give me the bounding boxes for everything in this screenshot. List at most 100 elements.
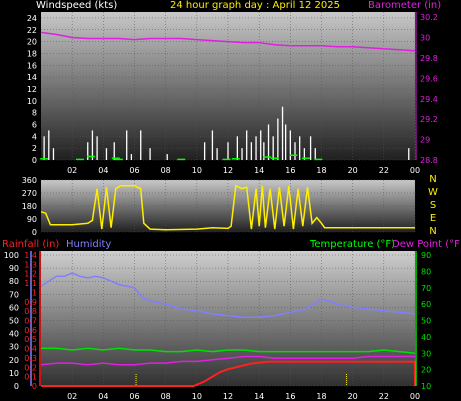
compass-label: W (428, 187, 438, 198)
wind-y-tick-label: 14 (27, 73, 37, 82)
x-tick-label: 04 (98, 392, 108, 401)
x-tick-label: 20 (348, 166, 358, 175)
barometer-y-tick-label: 29.2 (420, 115, 438, 124)
humidity-y-tick-label: 90 (9, 264, 19, 273)
barometer-y-tick-label: 29.6 (420, 74, 438, 83)
wind-y-tick-label: 6 (32, 120, 37, 129)
rain-y-tick-label: 0.5 (24, 335, 37, 344)
barometer-y-tick-label: 28.8 (420, 156, 438, 165)
rain-y-tick-label: 0 (32, 382, 37, 391)
x-tick-label: 14 (254, 392, 264, 401)
humidity-y-tick-label: 0 (14, 382, 19, 391)
wind-direction-panel: 090180270360 NWSEN (22, 174, 438, 237)
temperature-y-tick-label: 70 (421, 284, 431, 293)
x-tick-label: 18 (316, 392, 326, 401)
rain-y-tick-label: 0.8 (24, 307, 37, 316)
weather-chart: Windspeed (kts) 24 hour graph day : Apri… (2, 0, 461, 401)
rain-y-tick-label: 1.4 (24, 251, 37, 260)
rain-y-tick-label: 1 (32, 288, 37, 297)
barometer-y-tick-label: 29.4 (420, 95, 438, 104)
direction-y-tick-label: 180 (22, 202, 37, 211)
wind-y-tick-label: 22 (27, 26, 37, 35)
rainfall-axis-label: Rainfall (in) (2, 239, 59, 250)
x-tick-label: 18 (316, 166, 326, 175)
x-tick-label: 06 (129, 166, 139, 175)
temperature-y-tick-label: 40 (421, 333, 431, 342)
rain-humidity-temperature-panel: 0102030405060708090100 00.10.20.30.40.50… (4, 251, 431, 401)
wind-y-tick-label: 8 (32, 109, 37, 118)
x-tick-label: 12 (223, 392, 233, 401)
x-tick-label: 00 (410, 392, 420, 401)
barometer-axis-label: Barometer (in) (368, 0, 441, 11)
temperature-y-tick-label: 90 (421, 251, 431, 260)
wind-y-tick-label: 10 (27, 97, 37, 106)
humidity-y-tick-label: 100 (4, 251, 19, 260)
x-tick-label: 16 (285, 392, 295, 401)
temperature-y-tick-label: 80 (421, 267, 431, 276)
humidity-y-tick-label: 20 (9, 356, 19, 365)
compass-label: S (430, 200, 436, 211)
x-tick-label: 22 (379, 392, 389, 401)
x-tick-label: 12 (223, 166, 233, 175)
direction-y-tick-label: 360 (22, 176, 37, 185)
x-tick-label: 10 (192, 392, 202, 401)
wind-y-tick-label: 4 (32, 132, 37, 141)
rain-y-tick-label: 0.3 (24, 354, 37, 363)
temperature-y-tick-label: 60 (421, 300, 431, 309)
wind-y-tick-label: 18 (27, 49, 37, 58)
barometer-y-tick-label: 30 (420, 34, 430, 43)
wind-y-tick-label: 16 (27, 61, 37, 70)
temperature-y-tick-label: 50 (421, 317, 431, 326)
barometer-y-tick-label: 29.8 (420, 54, 438, 63)
compass-label: N (429, 174, 436, 185)
x-tick-label: 06 (129, 392, 139, 401)
humidity-y-tick-label: 50 (9, 317, 19, 326)
windspeed-axis-label: Windspeed (kts) (36, 0, 117, 11)
humidity-y-tick-label: 70 (9, 290, 19, 299)
x-tick-label: 02 (67, 166, 77, 175)
temperature-axis-label: Temperature (°F) (309, 239, 395, 250)
x-tick-label: 04 (98, 166, 108, 175)
humidity-y-tick-label: 10 (9, 369, 19, 378)
wind-y-tick-label: 12 (27, 85, 37, 94)
compass-label: N (429, 226, 436, 237)
rain-y-tick-label: 0.6 (24, 326, 37, 335)
x-tick-label: 10 (192, 166, 202, 175)
x-tick-label: 08 (161, 166, 171, 175)
humidity-y-tick-label: 60 (9, 303, 19, 312)
x-tick-label: 08 (161, 392, 171, 401)
rain-y-tick-label: 0.1 (24, 373, 37, 382)
x-tick-label: 00 (410, 166, 420, 175)
wind-y-tick-label: 2 (32, 144, 37, 153)
direction-y-tick-label: 90 (27, 215, 37, 224)
temperature-y-tick-label: 30 (421, 349, 431, 358)
x-tick-label: 14 (254, 166, 264, 175)
humidity-y-tick-label: 40 (9, 330, 19, 339)
direction-y-tick-label: 270 (22, 189, 37, 198)
humidity-y-tick-label: 30 (9, 343, 19, 352)
rain-y-tick-label: 0.9 (24, 298, 37, 307)
rain-y-tick-label: 1.1 (24, 279, 37, 288)
rain-y-tick-label: 0.7 (24, 317, 37, 326)
temperature-y-tick-label: 10 (421, 382, 431, 391)
wind-y-tick-label: 0 (32, 156, 37, 165)
direction-y-tick-label: 0 (32, 228, 37, 237)
wind-barometer-panel: 024681012141618202224 28.82929.229.429.6… (27, 12, 438, 175)
rain-y-tick-label: 0.2 (24, 363, 37, 372)
rain-y-tick-label: 1.2 (24, 270, 37, 279)
wind-y-tick-label: 24 (27, 14, 37, 23)
barometer-y-tick-label: 30.2 (420, 13, 438, 22)
x-tick-label: 20 (348, 392, 358, 401)
compass-label: E (430, 213, 436, 224)
humidity-y-tick-label: 80 (9, 277, 19, 286)
humidity-axis-label: Humidity (66, 239, 111, 250)
barometer-y-tick-label: 29 (420, 136, 430, 145)
dewpoint-axis-label: Dew Point (°F) (392, 239, 461, 250)
rain-y-tick-label: 0.4 (24, 345, 37, 354)
temperature-y-tick-label: 20 (421, 366, 431, 375)
wind-y-tick-label: 20 (27, 38, 37, 47)
x-tick-label: 22 (379, 166, 389, 175)
chart-title: 24 hour graph day : April 12 2025 (170, 0, 340, 11)
rain-y-tick-label: 1.3 (24, 260, 37, 269)
x-tick-label: 16 (285, 166, 295, 175)
